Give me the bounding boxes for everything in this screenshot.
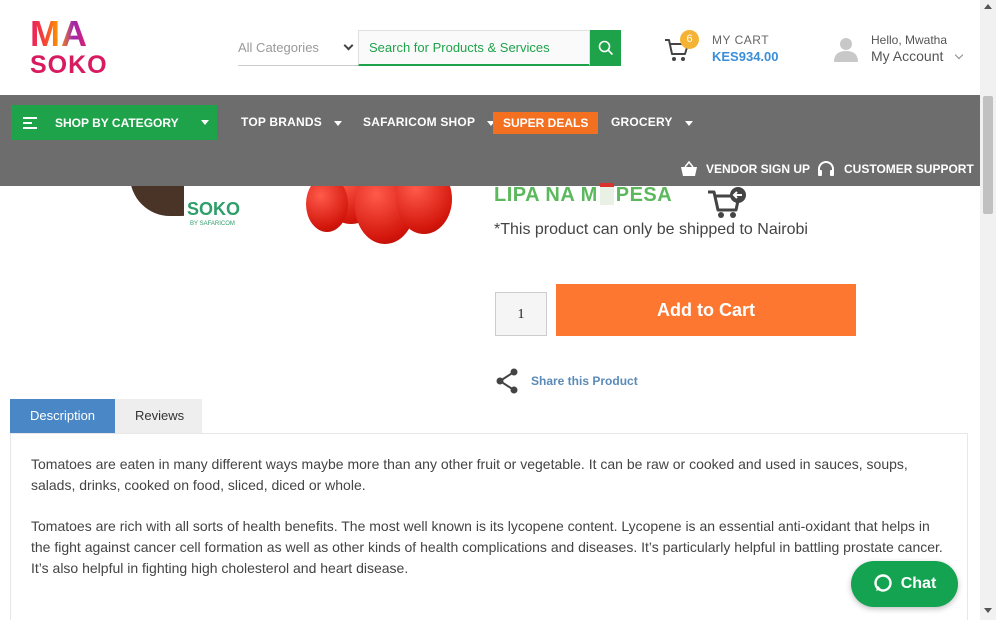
customer-support-link[interactable]: CUSTOMER SUPPORT — [817, 161, 974, 177]
main-nav: SHOP BY CATEGORY TOP BRANDS SAFARICOM SH… — [0, 95, 980, 186]
add-to-cart-button[interactable]: Add to Cart — [556, 284, 856, 336]
image-watermark-logo: SOKO BY SAFARICOM — [184, 186, 248, 236]
nav-grocery-label: GROCERY — [611, 115, 673, 129]
phone-icon — [599, 183, 614, 205]
nav-top-brands[interactable]: TOP BRANDS — [241, 115, 342, 129]
shop-by-category-button[interactable]: SHOP BY CATEGORY — [11, 105, 217, 140]
category-select-value: All Categories — [238, 40, 319, 55]
shop-by-category-label: SHOP BY CATEGORY — [55, 115, 179, 130]
vendor-signup-link[interactable]: VENDOR SIGN UP — [680, 161, 810, 177]
mpesa-text-left: LIPA NA M — [494, 184, 598, 206]
image-logo-subtext: BY SAFARICOM — [190, 221, 235, 227]
search-button[interactable] — [590, 30, 621, 66]
cart-count-badge: 6 — [680, 30, 699, 49]
scroll-down-arrow-icon[interactable] — [984, 608, 992, 613]
tab-reviews[interactable]: Reviews — [115, 399, 202, 433]
chat-bubble-icon — [874, 574, 892, 592]
tab-description[interactable]: Description — [10, 399, 115, 433]
quantity-input[interactable]: 1 — [495, 292, 547, 336]
site-header: MA SOKO All Categories Search for Produc… — [0, 0, 980, 95]
customer-support-label: CUSTOMER SUPPORT — [844, 162, 974, 176]
scroll-up-arrow-icon[interactable] — [984, 4, 992, 9]
description-paragraph: Tomatoes are eaten in many different way… — [31, 456, 908, 493]
nav-super-deals[interactable]: SUPER DEALS — [493, 112, 599, 134]
cart-total: KES934.00 — [712, 49, 779, 64]
cart-title: MY CART — [712, 33, 770, 47]
account-greeting: Hello, Mwatha — [871, 33, 948, 47]
description-panel: Tomatoes are eaten in many different way… — [10, 433, 968, 620]
nav-safaricom-shop[interactable]: SAFARICOM SHOP — [363, 115, 496, 129]
caret-down-icon — [200, 120, 209, 125]
chevron-down-icon — [343, 40, 354, 51]
nav-grocery[interactable]: GROCERY — [611, 115, 693, 129]
mpesa-text-right: PESA — [615, 184, 673, 206]
lipa-na-mpesa-logo: LIPA NA M PESA — [494, 183, 672, 207]
masoko-logo[interactable]: MA SOKO — [30, 13, 112, 79]
chevron-down-icon — [954, 50, 964, 60]
share-product-label: Share this Product — [531, 374, 638, 388]
user-avatar-icon — [834, 38, 858, 62]
share-product-link[interactable]: Share this Product — [495, 368, 638, 394]
description-paragraph: Tomatoes are rich with all sorts of heal… — [31, 518, 943, 576]
search-icon — [598, 40, 613, 56]
headset-icon — [818, 161, 834, 176]
share-icon — [496, 368, 518, 394]
scrollbar-thumb[interactable] — [983, 96, 993, 214]
tomato-shape — [306, 186, 348, 232]
nav-top-brands-label: TOP BRANDS — [241, 115, 322, 129]
product-tabs: Description Reviews — [10, 399, 202, 433]
chat-button[interactable]: Chat — [851, 561, 958, 607]
category-select[interactable]: All Categories — [238, 30, 358, 66]
shipping-note: *This product can only be shipped to Nai… — [494, 221, 808, 238]
logo-top-text: MA — [30, 13, 88, 54]
my-account-link[interactable]: My Account — [871, 48, 943, 64]
caret-down-icon — [333, 121, 342, 126]
basket-icon — [681, 161, 697, 176]
menu-icon — [23, 114, 37, 132]
chat-label: Chat — [900, 575, 937, 592]
search-input[interactable]: Search for Products & Services — [358, 30, 590, 66]
nav-safaricom-shop-label: SAFARICOM SHOP — [363, 115, 476, 129]
account-menu[interactable]: Hello, Mwatha My Account — [832, 30, 972, 70]
caret-down-icon — [684, 121, 693, 126]
image-logo-text: SOKO — [187, 199, 241, 219]
add-to-cart-icon[interactable] — [706, 186, 748, 220]
product-image: SOKO BY SAFARICOM — [110, 186, 470, 248]
vendor-signup-label: VENDOR SIGN UP — [706, 162, 811, 176]
logo-bottom-text: SOKO — [30, 51, 108, 79]
page-scrollbar[interactable] — [980, 0, 996, 620]
mini-cart[interactable]: 6 MY CART KES934.00 — [662, 30, 812, 70]
